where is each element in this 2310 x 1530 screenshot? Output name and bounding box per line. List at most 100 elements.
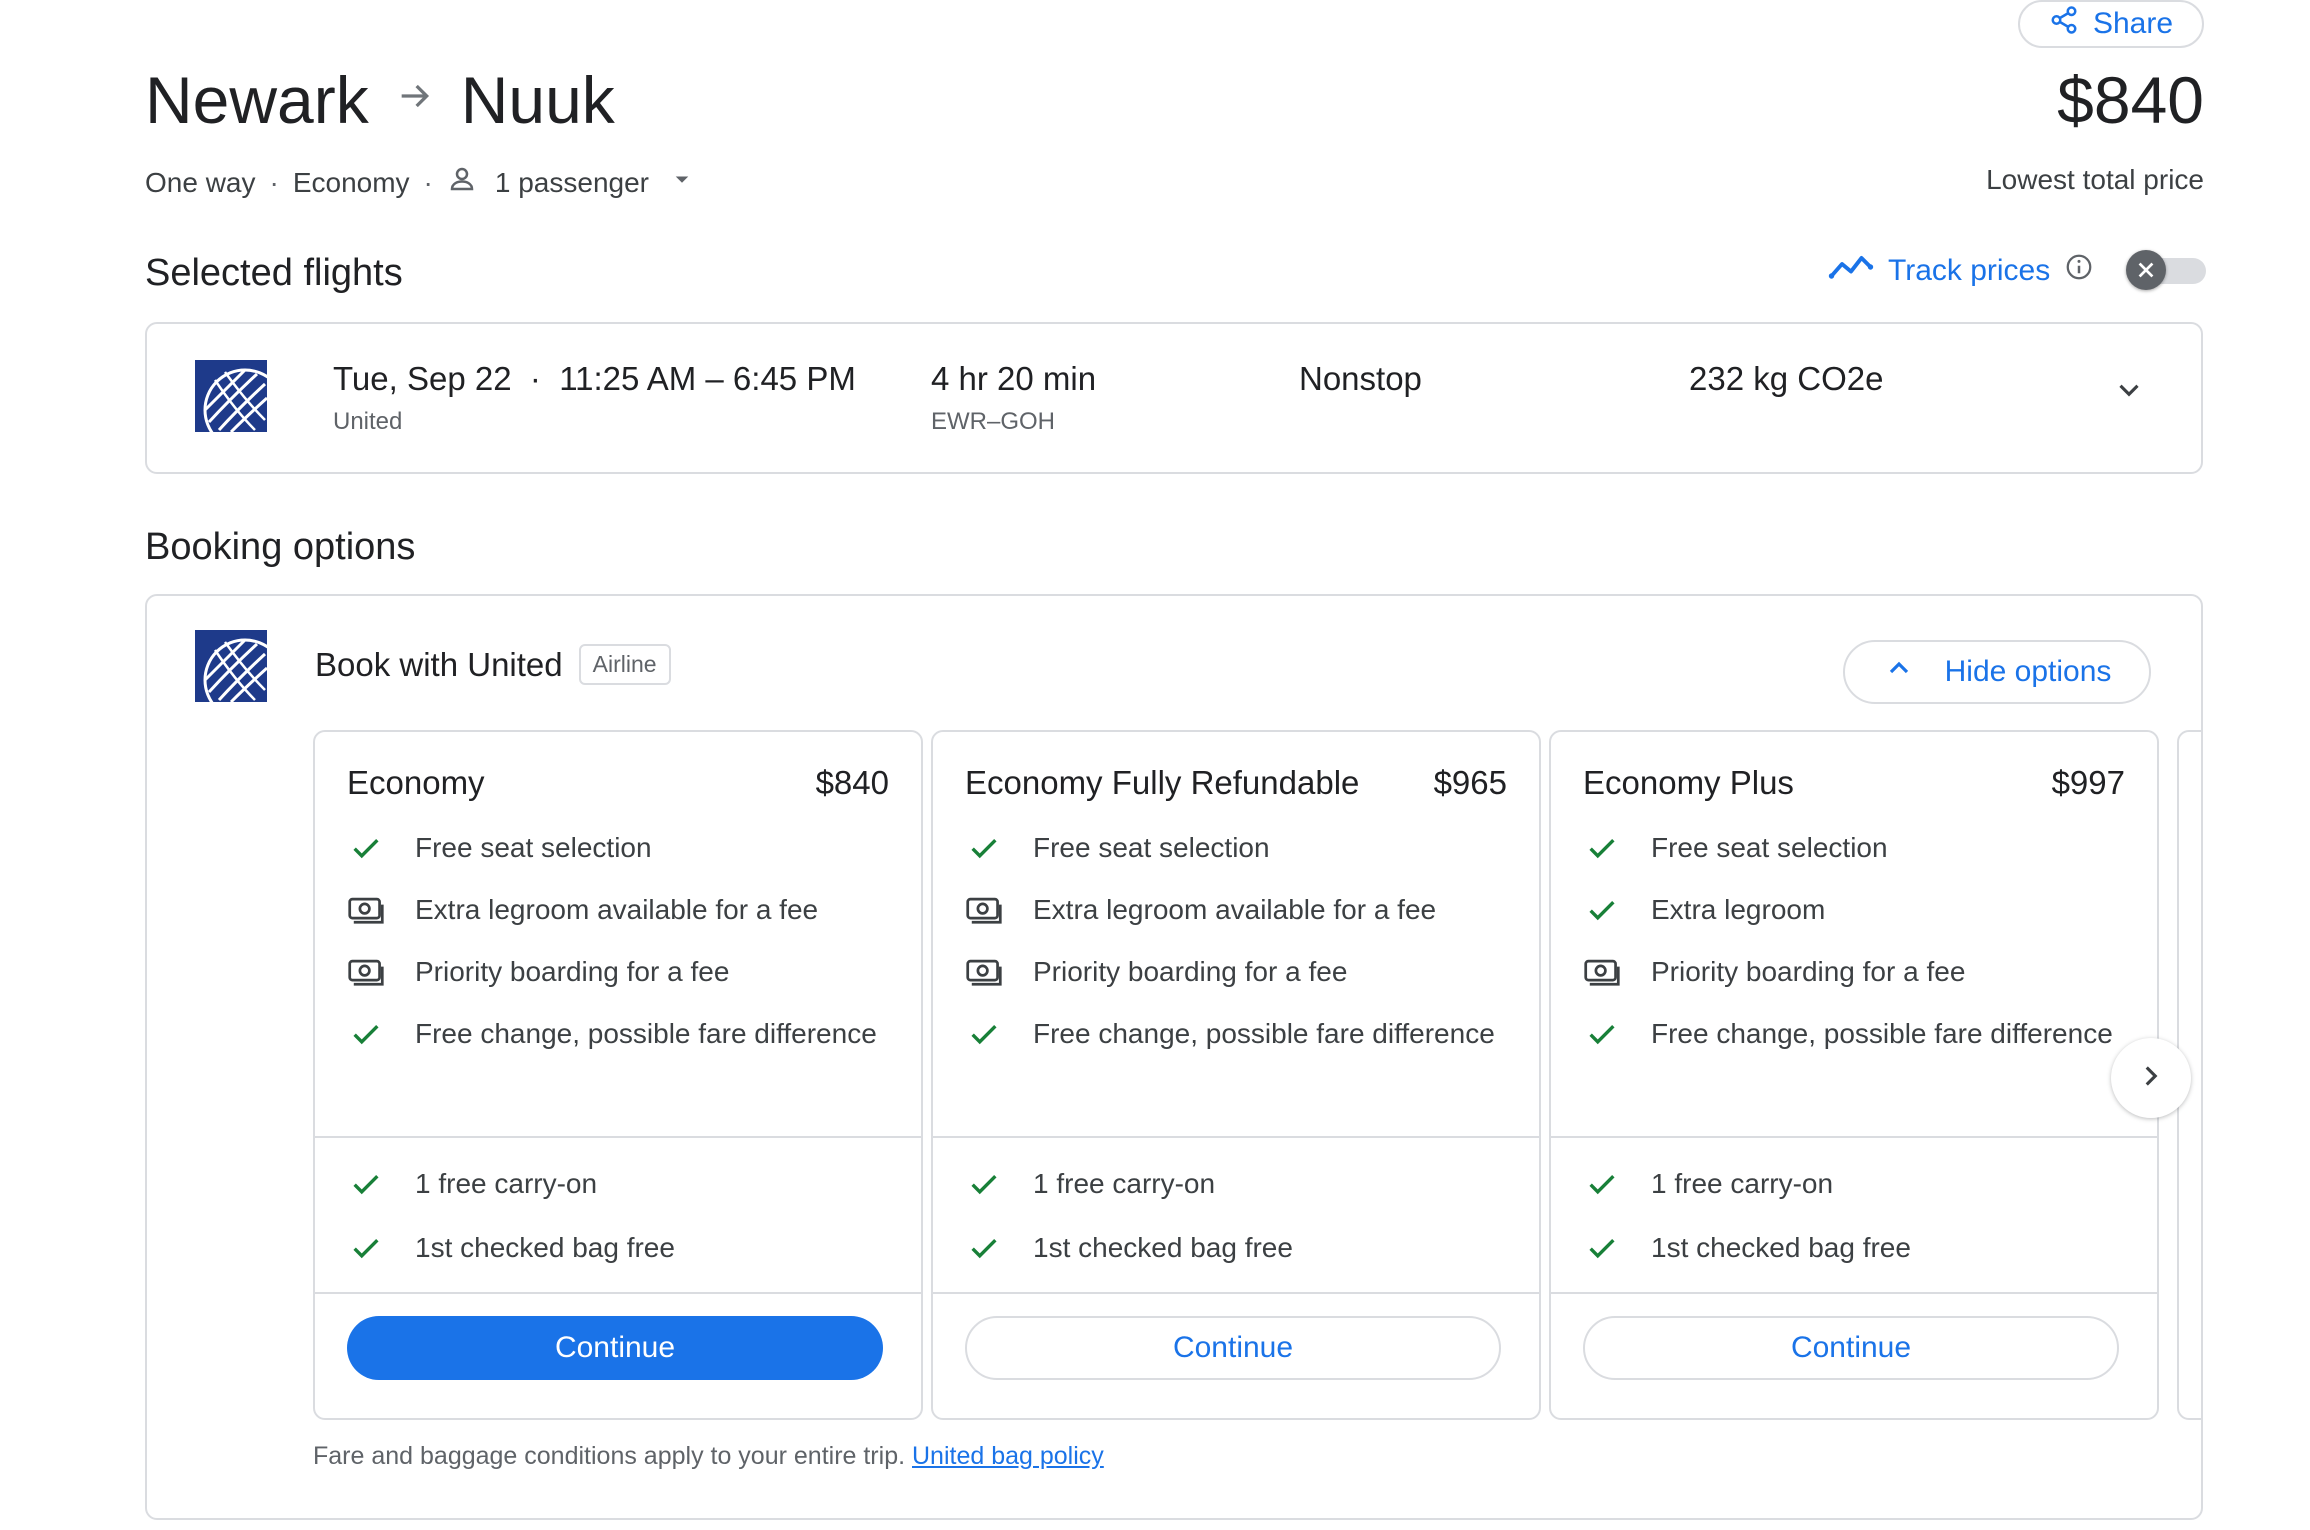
- passenger-selector[interactable]: 1 passenger: [447, 164, 697, 201]
- fare-price: $840: [815, 764, 889, 801]
- destination-city: Nuuk: [460, 63, 615, 137]
- fare-price: $997: [2051, 764, 2125, 801]
- dropdown-arrow-icon: [667, 164, 697, 201]
- provider-name: Book with United: [315, 645, 563, 683]
- fare-feature-text: Free seat selection: [1651, 832, 1888, 863]
- bag-feature-text: 1 free carry-on: [1651, 1168, 1834, 1199]
- fare-card: Economy Fully Refundable $965 Free seat s…: [931, 730, 1541, 1420]
- fare-feature: Priority boarding for a fee: [1583, 952, 2123, 992]
- track-prices-toggle[interactable]: [2126, 250, 2206, 290]
- fare-feature-text: Extra legroom available for a fee: [1033, 894, 1437, 925]
- info-icon[interactable]: [2064, 252, 2094, 290]
- fare-feature-text: Extra legroom available for a fee: [415, 894, 819, 925]
- share-icon: [2049, 5, 2079, 43]
- fare-feature: Free change, possible fare difference: [1583, 1014, 2123, 1054]
- check-icon: [965, 1164, 1003, 1204]
- selected-flights-title: Selected flights: [145, 252, 403, 294]
- divider: [1551, 1136, 2157, 1138]
- fare-feature: Priority boarding for a fee: [347, 952, 887, 992]
- flight-date: Tue, Sep 22: [333, 360, 512, 397]
- money-icon: [965, 890, 1003, 930]
- trend-icon: [1828, 252, 1874, 290]
- fare-feature-text: Free change, possible fare difference: [415, 1018, 877, 1049]
- fare-feature-text: Free change, possible fare difference: [1651, 1018, 2113, 1049]
- trip-meta: One way · Economy · 1 passenger: [145, 164, 697, 201]
- flight-airports: EWR–GOH: [931, 408, 1056, 435]
- bag-feature: 1 free carry-on: [965, 1164, 1505, 1204]
- check-icon: [347, 1014, 385, 1054]
- fare-feature: Free seat selection: [347, 828, 887, 868]
- next-arrow-button[interactable]: [2111, 1038, 2191, 1118]
- bag-policy-link[interactable]: United bag policy: [912, 1442, 1104, 1470]
- continue-button[interactable]: Continue: [347, 1316, 883, 1380]
- divider: [933, 1292, 1539, 1294]
- bag-feature: 1 free carry-on: [347, 1164, 887, 1204]
- cabin-class: Economy: [292, 166, 410, 198]
- fare-feature: Free seat selection: [965, 828, 1505, 868]
- check-icon: [347, 1228, 385, 1268]
- fare-name: Economy Fully Refundable: [965, 764, 1360, 801]
- hide-options-button[interactable]: Hide options: [1843, 640, 2151, 704]
- united-logo-icon: [195, 630, 287, 722]
- close-icon: [2126, 250, 2166, 290]
- fare-card: Economy $840 Free seat selection Extra le…: [313, 730, 923, 1420]
- fare-conditions-note: Fare and baggage conditions apply to you…: [313, 1442, 1104, 1471]
- check-icon: [965, 1014, 1003, 1054]
- check-icon: [1583, 1164, 1621, 1204]
- separator-dot: ·: [423, 166, 433, 198]
- bag-feature-text: 1st checked bag free: [415, 1232, 675, 1263]
- booking-card: Book with United Airline Hide options Ec…: [145, 594, 2203, 1520]
- flight-times: 11:25 AM – 6:45 PM: [559, 360, 856, 397]
- check-icon: [1583, 890, 1621, 930]
- divider: [315, 1292, 921, 1294]
- divider: [933, 1136, 1539, 1138]
- origin-city: Newark: [145, 63, 369, 137]
- bag-feature: 1 free carry-on: [1583, 1164, 2123, 1204]
- track-prices-label: Track prices: [1888, 254, 2051, 287]
- check-icon: [965, 1228, 1003, 1268]
- money-icon: [1583, 952, 1621, 992]
- fare-feature-text: Extra legroom: [1651, 894, 1826, 925]
- fare-feature-text: Free seat selection: [415, 832, 652, 863]
- fare-feature: Free seat selection: [1583, 828, 2123, 868]
- lowest-price: $840: [2057, 63, 2204, 137]
- check-icon: [1583, 1014, 1621, 1054]
- chevron-right-icon: [2134, 1059, 2168, 1098]
- fare-feature: Priority boarding for a fee: [965, 952, 1505, 992]
- price-caption: Lowest total price: [1986, 164, 2204, 195]
- hide-options-label: Hide options: [1944, 655, 2112, 688]
- fare-card: Economy Plus $997 Free seat selection Ext…: [1549, 730, 2159, 1420]
- bag-feature-text: 1 free carry-on: [415, 1168, 598, 1199]
- airline-badge: Airline: [578, 644, 671, 685]
- flight-emissions: 232 kg CO2e: [1689, 360, 1884, 397]
- flight-duration: 4 hr 20 min: [931, 360, 1097, 397]
- fare-feature-text: Priority boarding for a fee: [1651, 956, 1966, 987]
- fare-feature-text: Free seat selection: [1033, 832, 1270, 863]
- continue-button[interactable]: Continue: [965, 1316, 1501, 1380]
- united-logo-icon: [195, 360, 287, 452]
- person-icon: [447, 164, 477, 201]
- provider-header: Book with United Airline: [315, 644, 671, 685]
- check-icon: [1583, 1228, 1621, 1268]
- continue-button[interactable]: Continue: [1583, 1316, 2119, 1380]
- bag-feature-text: 1 free carry-on: [1033, 1168, 1216, 1199]
- share-button[interactable]: Share: [2018, 0, 2204, 48]
- fare-feature: Extra legroom available for a fee: [965, 890, 1505, 930]
- expand-chevron-icon[interactable]: [2105, 366, 2153, 414]
- money-icon: [347, 890, 385, 930]
- fare-feature-text: Priority boarding for a fee: [415, 956, 730, 987]
- booking-options-title: Booking options: [145, 526, 416, 568]
- fare-price: $965: [1433, 764, 1507, 801]
- check-icon: [965, 828, 1003, 868]
- check-icon: [1583, 828, 1621, 868]
- bag-feature-text: 1st checked bag free: [1033, 1232, 1293, 1263]
- track-prices[interactable]: Track prices: [1828, 252, 2094, 290]
- trip-type: One way: [145, 166, 256, 198]
- passenger-count: 1 passenger: [494, 166, 649, 198]
- flight-card[interactable]: Tue, Sep 22 · 11:25 AM – 6:45 PM United …: [145, 322, 2203, 474]
- check-icon: [347, 828, 385, 868]
- separator-dot: ·: [269, 166, 279, 198]
- fare-name: Economy: [347, 764, 485, 801]
- money-icon: [347, 952, 385, 992]
- bag-feature-text: 1st checked bag free: [1651, 1232, 1911, 1263]
